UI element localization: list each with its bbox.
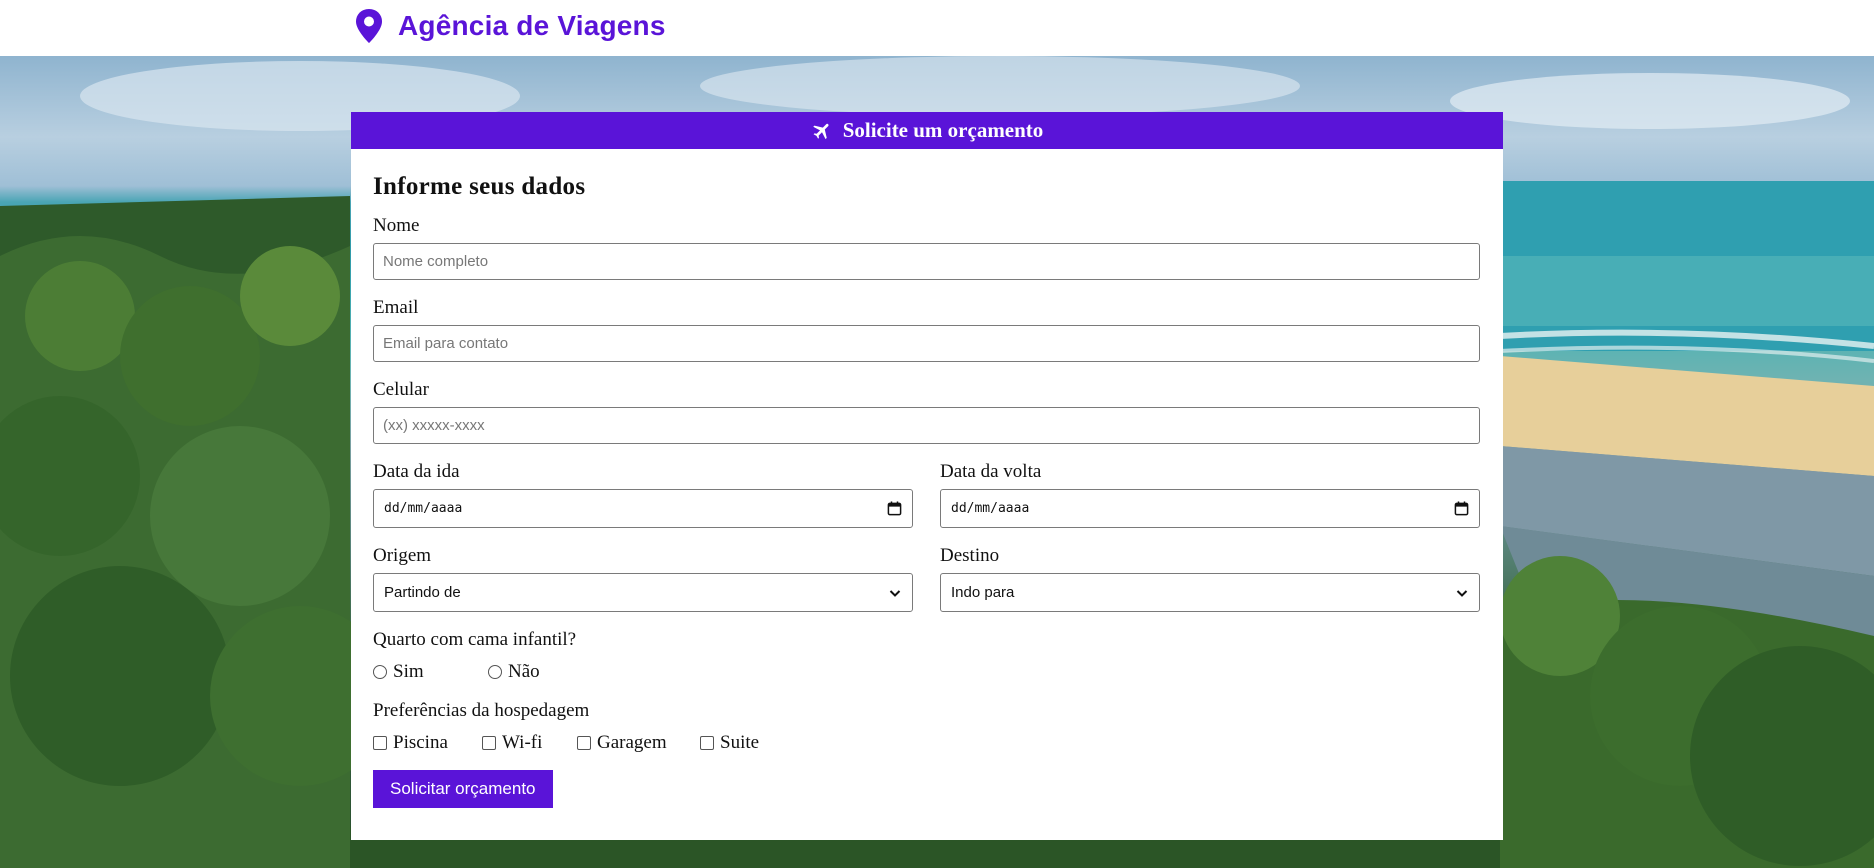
radio-button[interactable] [488,665,502,679]
destino-label: Destino [940,545,1000,566]
checkbox-label: Wi-fi [502,732,543,753]
checkbox-label: Suite [720,732,760,753]
email-input[interactable] [373,325,1480,362]
checkbox-option-piscina[interactable]: Piscina [373,732,482,754]
checkbox[interactable] [700,736,714,750]
preferencias-group: Preferências da hospedagem Piscina Wi-fi… [373,700,1481,754]
data-ida-label: Data da ida [373,461,460,482]
radio-option-nao[interactable]: Não [488,661,540,683]
locations-row: Origem Partindo de Destino Indo para [373,545,1481,612]
quarto-options: Sim Não [373,661,1481,683]
form-body: Informe seus dados Nome Email Celular Da… [351,149,1503,808]
checkbox-option-suite[interactable]: Suite [700,732,759,754]
nome-group: Nome [373,215,1481,280]
top-bar: Agência de Viagens [0,0,1874,56]
card-header: Solicite um orçamento [351,112,1503,149]
celular-label: Celular [373,379,429,400]
chevron-down-icon [889,589,901,597]
preferencias-label: Preferências da hospedagem [373,700,590,721]
quarto-label: Quarto com cama infantil? [373,629,577,650]
checkbox[interactable] [373,736,387,750]
origem-select[interactable]: Partindo de [373,573,913,612]
radio-button[interactable] [373,665,387,679]
origem-selected: Partindo de [384,584,461,601]
airplane-icon [812,123,829,139]
checkbox-label: Piscina [393,732,448,753]
destino-selected: Indo para [951,584,1015,601]
destino-select[interactable]: Indo para [940,573,1480,612]
data-ida-value: dd/mm/aaaa [384,501,463,516]
radio-label: Sim [393,661,424,682]
celular-input[interactable] [373,407,1480,444]
quote-form-card: Solicite um orçamento Informe seus dados… [351,112,1503,840]
brand-title: Agência de Viagens [398,10,666,41]
radio-option-sim[interactable]: Sim [373,661,488,683]
dates-row: Data da ida dd/mm/aaaa Data da volta dd/… [373,461,1481,528]
brand[interactable]: Agência de Viagens [354,8,666,44]
data-volta-label: Data da volta [940,461,1042,482]
data-ida-input[interactable]: dd/mm/aaaa [373,489,913,528]
checkbox[interactable] [482,736,496,750]
data-volta-value: dd/mm/aaaa [951,501,1030,516]
calendar-icon[interactable] [1454,501,1469,516]
celular-group: Celular [373,379,1481,444]
data-ida-group: Data da ida dd/mm/aaaa [373,461,913,528]
email-label: Email [373,297,419,318]
checkbox-option-garagem[interactable]: Garagem [577,732,700,754]
checkbox-label: Garagem [597,732,667,753]
checkbox[interactable] [577,736,591,750]
chevron-down-icon [1456,589,1468,597]
quarto-group: Quarto com cama infantil? Sim Não [373,629,1481,683]
section-title: Informe seus dados [373,173,586,200]
origem-group: Origem Partindo de [373,545,913,612]
radio-label: Não [508,661,540,682]
calendar-icon[interactable] [887,501,902,516]
card-header-title: Solicite um orçamento [842,118,1044,142]
origem-label: Origem [373,545,432,566]
checkbox-option-wifi[interactable]: Wi-fi [482,732,577,754]
data-volta-group: Data da volta dd/mm/aaaa [940,461,1480,528]
nome-label: Nome [373,215,420,236]
email-group: Email [373,297,1481,362]
data-volta-input[interactable]: dd/mm/aaaa [940,489,1480,528]
nome-input[interactable] [373,243,1480,280]
preferencias-options: Piscina Wi-fi Garagem Suite [373,732,1481,754]
map-pin-icon [356,9,382,43]
submit-button[interactable]: Solicitar orçamento [373,770,553,808]
destino-group: Destino Indo para [940,545,1480,612]
